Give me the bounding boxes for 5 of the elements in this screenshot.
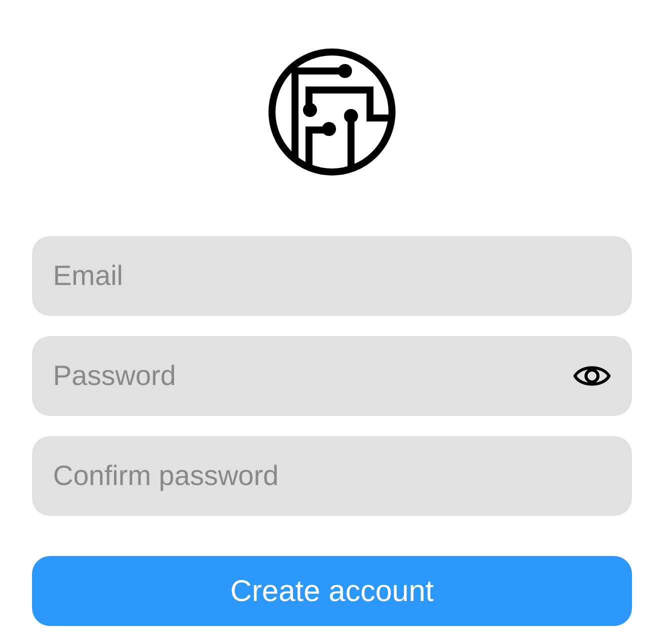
create-account-button[interactable]: Create account [32, 556, 632, 626]
circuit-logo-icon [267, 47, 397, 177]
input-field[interactable]: Confirm password [32, 436, 632, 516]
input-field[interactable]: Email [32, 236, 632, 316]
password-field[interactable]: Password [32, 336, 632, 416]
